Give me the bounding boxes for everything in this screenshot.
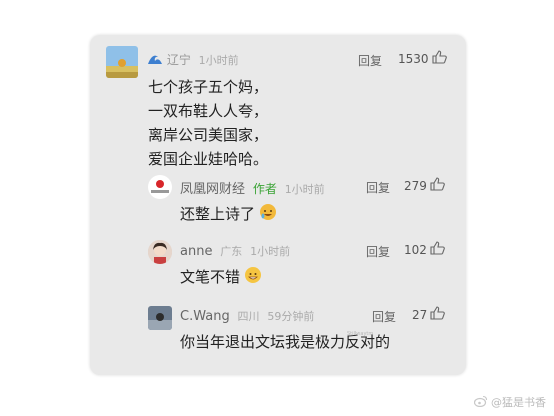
comment-body: 文笔不错 xyxy=(180,268,241,286)
thumbs-up-icon xyxy=(430,177,445,194)
like-count: 102 xyxy=(404,242,427,257)
comment-header: C.Wang 四川 59分钟前 xyxy=(180,308,314,324)
poem-line: 爱国企业娃哈哈。 xyxy=(148,150,269,168)
like-button[interactable]: 1530 xyxy=(398,50,447,67)
comment-text: 七个孩子五个妈， 一双布鞋人人夸， 离岸公司美国家， 爱国企业娃哈哈。 xyxy=(148,75,268,171)
poem-line: 七个孩子五个妈， xyxy=(148,78,269,96)
comment-header: 凤凰网财经 作者 1小时前 xyxy=(180,178,325,197)
comment-location: 广东 xyxy=(220,245,243,258)
comment-time: 1小时前 xyxy=(198,54,239,67)
like-button[interactable]: 102 xyxy=(404,241,445,258)
poem-line: 一双布鞋人人夸， xyxy=(148,102,269,120)
author-badge: 作者 xyxy=(252,182,277,196)
comment-time: 1小时前 xyxy=(250,245,291,258)
avatar[interactable] xyxy=(106,46,138,78)
commenter-name[interactable]: anne xyxy=(180,244,212,259)
like-count: 1530 xyxy=(398,51,429,66)
weibo-watermark-text: @猛是书香 xyxy=(491,396,546,409)
commenter-name[interactable]: C.Wang xyxy=(180,309,230,324)
comment-text: 文笔不错 xyxy=(180,265,261,289)
avatar[interactable] xyxy=(148,306,172,330)
comment-location: 四川 xyxy=(237,310,260,323)
thumbs-up-icon xyxy=(430,241,445,258)
like-count: 279 xyxy=(404,178,427,193)
like-button[interactable]: 27 xyxy=(412,306,446,323)
weibo-logo-icon xyxy=(473,395,488,410)
comment-card: 辽宁 1小时前 回复 1530 七个孩子五个妈， 一双布鞋人人夸， 离岸公司美国… xyxy=(90,35,466,375)
wave-icon xyxy=(147,52,163,69)
comment-body: 还整上诗了 xyxy=(180,205,256,223)
commenter-name[interactable]: 凤凰网财经 xyxy=(180,182,245,197)
reply-button[interactable]: 回复 xyxy=(372,308,396,325)
like-count: 27 xyxy=(412,307,428,322)
comment-time: 1小时前 xyxy=(284,183,325,196)
reply-button[interactable]: 回复 xyxy=(358,52,382,69)
avatar[interactable] xyxy=(148,240,172,264)
grinning-face-emoji-icon xyxy=(244,267,261,283)
comment-header: 辽宁 1小时前 xyxy=(147,51,239,69)
laughing-tears-emoji-icon xyxy=(259,204,276,220)
avatar[interactable] xyxy=(148,175,172,199)
thumbs-up-icon xyxy=(431,50,447,67)
image-watermark: Stillwaytm xyxy=(347,331,374,337)
reply-button[interactable]: 回复 xyxy=(366,243,390,260)
like-button[interactable]: 279 xyxy=(404,177,445,194)
weibo-watermark: @猛是书香 xyxy=(473,394,546,410)
thumbs-up-icon xyxy=(430,306,446,323)
comment-time: 59分钟前 xyxy=(267,310,315,323)
poem-line: 离岸公司美国家， xyxy=(148,126,269,144)
reply-button[interactable]: 回复 xyxy=(366,179,390,196)
comment-header: anne 广东 1小时前 xyxy=(180,243,290,259)
commenter-name[interactable]: 辽宁 xyxy=(167,53,191,67)
comment-text: 还整上诗了 xyxy=(180,202,276,226)
